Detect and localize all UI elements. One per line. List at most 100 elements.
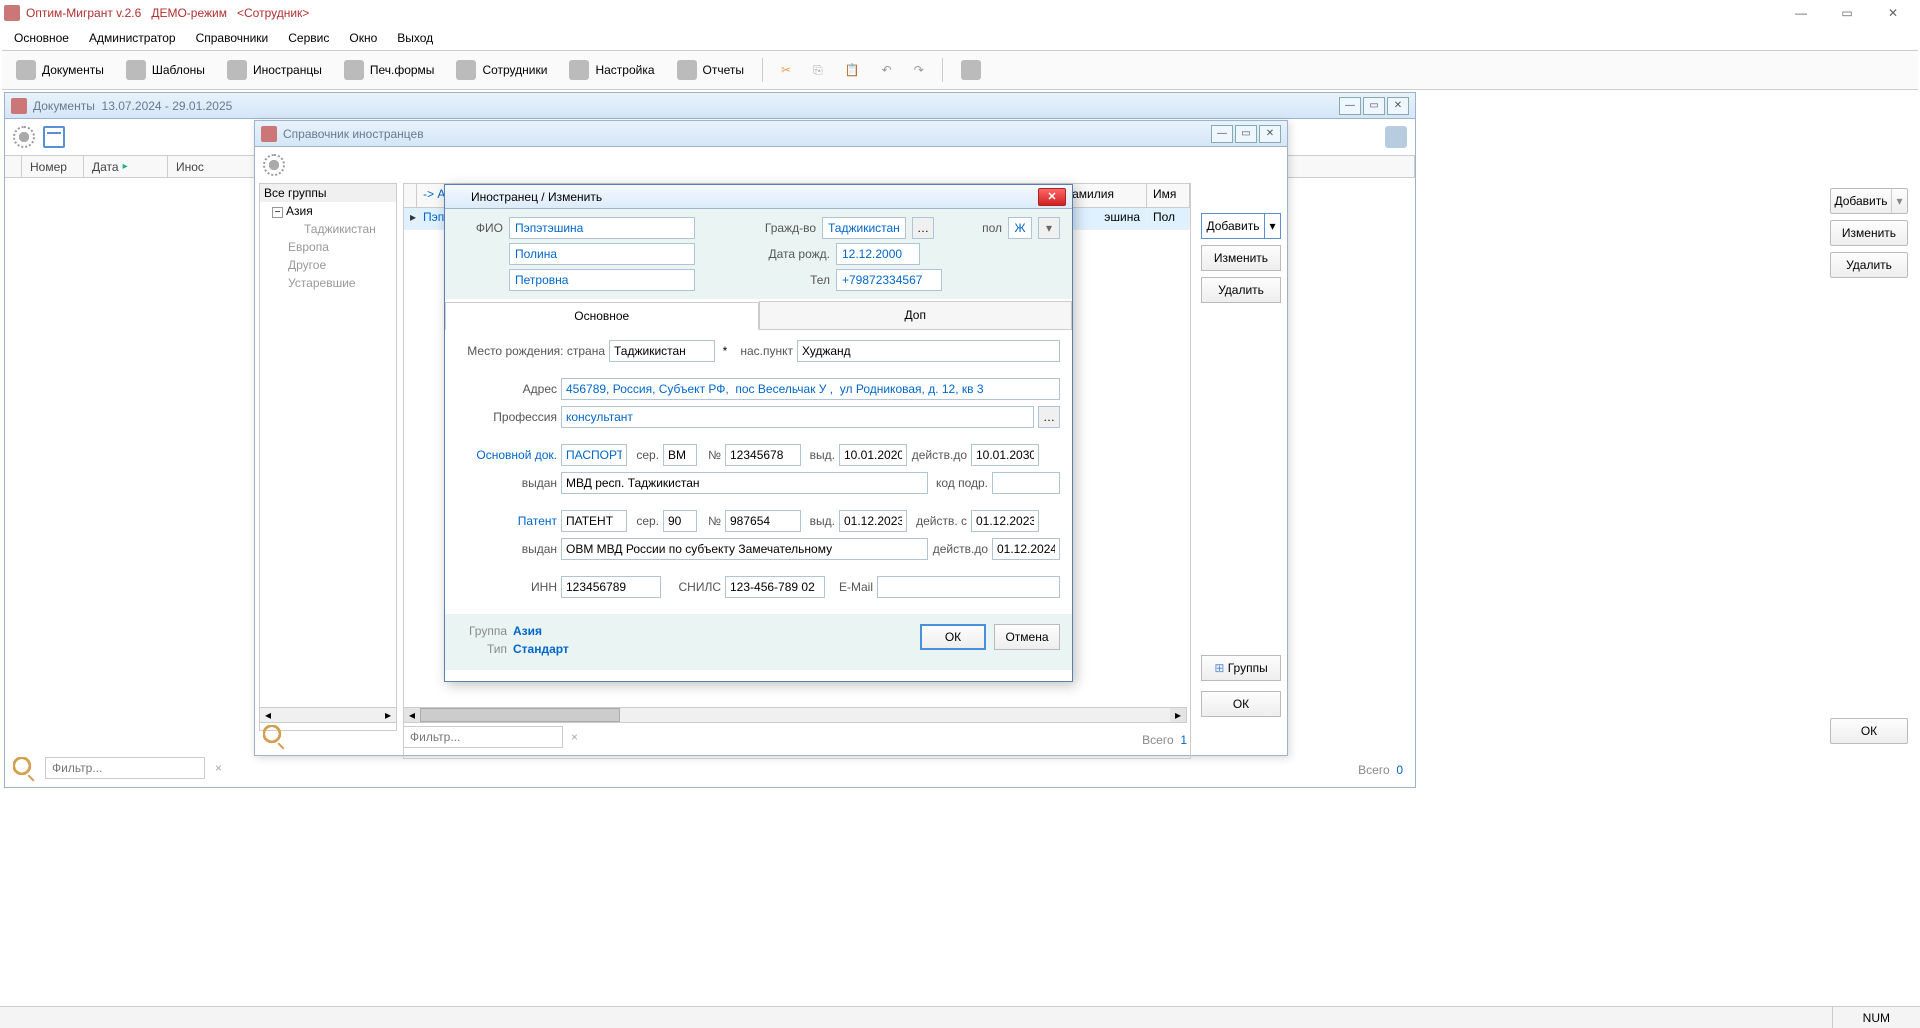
ref-groups-button[interactable]: ⊞ Группы	[1201, 655, 1281, 681]
filter-clear[interactable]: ×	[571, 730, 578, 744]
name-input[interactable]	[509, 243, 695, 265]
profession-lookup-button[interactable]: …	[1038, 406, 1060, 428]
child-close[interactable]: ✕	[1387, 97, 1409, 115]
scroll-left-icon[interactable]: ◂	[260, 708, 276, 722]
doc-num-input[interactable]	[725, 444, 801, 466]
filter-clear[interactable]: ×	[215, 761, 222, 775]
dob-input[interactable]	[836, 243, 920, 265]
gear-icon[interactable]	[13, 126, 35, 148]
tool-extra[interactable]	[951, 56, 991, 84]
tool-redo[interactable]: ↷	[904, 59, 934, 81]
sex-dropdown-button[interactable]: ▾	[1038, 217, 1060, 239]
main-ok-button[interactable]: ОК	[1830, 718, 1908, 744]
ref-close[interactable]: ✕	[1259, 125, 1281, 143]
patent-ser-input[interactable]	[663, 510, 697, 532]
menu-window[interactable]: Окно	[339, 27, 387, 49]
menu-exit[interactable]: Выход	[387, 27, 443, 49]
patent-to-input[interactable]	[992, 538, 1060, 560]
groups-tree[interactable]: Все группы −Азия Таджикистан Европа Друг…	[259, 183, 397, 731]
chevron-down-icon[interactable]: ▾	[1891, 189, 1907, 213]
patent-issued-input[interactable]	[839, 510, 907, 532]
search-icon[interactable]	[13, 757, 35, 779]
col-marker[interactable]	[404, 184, 417, 207]
ref-edit-button[interactable]: Изменить	[1201, 245, 1281, 271]
menu-admin[interactable]: Администратор	[79, 27, 186, 49]
tool-settings[interactable]: Настройка	[559, 56, 664, 84]
scroll-right-icon[interactable]: ▸	[380, 708, 396, 722]
col-name[interactable]: Имя	[1147, 184, 1190, 207]
ref-ok-button[interactable]: ОК	[1201, 691, 1281, 717]
patent-type-input[interactable]	[561, 510, 627, 532]
tool-reports[interactable]: Отчеты	[667, 56, 754, 84]
doc-ser-input[interactable]	[663, 444, 697, 466]
menu-main[interactable]: Основное	[4, 27, 79, 49]
patent-num-input[interactable]	[725, 510, 801, 532]
tree-hscroll[interactable]: ◂ ▸	[259, 707, 397, 723]
tree-collapse-icon[interactable]: −	[272, 207, 283, 218]
ref-add-split-button[interactable]: Добавить▾	[1201, 213, 1281, 239]
tool-foreigners[interactable]: Иностранцы	[217, 56, 332, 84]
minimize-button[interactable]: —	[1778, 0, 1824, 26]
dialog-cancel-button[interactable]: Отмена	[994, 624, 1060, 650]
child-minimize[interactable]: —	[1339, 97, 1361, 115]
locality-input[interactable]	[797, 340, 1060, 362]
snils-input[interactable]	[725, 576, 825, 598]
col-date[interactable]: Дата	[84, 156, 168, 177]
dialog-ok-button[interactable]: ОК	[920, 624, 986, 650]
citizenship-input[interactable]	[822, 217, 906, 239]
calendar-icon[interactable]	[43, 126, 65, 148]
scroll-left-icon[interactable]: ◂	[404, 708, 420, 722]
tool-prints[interactable]: Печ.формы	[334, 56, 445, 84]
doc-by-input[interactable]	[561, 472, 928, 494]
tree-deprecated[interactable]: Устаревшие	[260, 274, 396, 292]
surname-input[interactable]	[509, 217, 695, 239]
col-selector[interactable]	[5, 156, 22, 177]
tool-documents[interactable]: Документы	[6, 56, 114, 84]
address-input[interactable]	[561, 378, 1060, 400]
dialog-close-button[interactable]: ✕	[1038, 188, 1066, 206]
doc-type-input[interactable]	[561, 444, 627, 466]
tool-undo[interactable]: ↶	[872, 59, 902, 81]
close-button[interactable]: ✕	[1870, 0, 1916, 26]
tree-other[interactable]: Другое	[260, 256, 396, 274]
inn-input[interactable]	[561, 576, 661, 598]
child-maximize[interactable]: ▭	[1363, 97, 1385, 115]
tool-copy[interactable]: ⎘	[803, 59, 833, 82]
tool-templates[interactable]: Шаблоны	[116, 56, 215, 84]
search-icon[interactable]	[263, 725, 285, 747]
maximize-button[interactable]: ▭	[1824, 0, 1870, 26]
tab-extra[interactable]: Доп	[759, 301, 1073, 329]
tool-paste[interactable]: 📋	[835, 59, 870, 81]
tree-tajikistan[interactable]: Таджикистан	[260, 220, 396, 238]
doc-issued-input[interactable]	[839, 444, 907, 466]
documents-filter-input[interactable]	[45, 757, 205, 779]
patronymic-input[interactable]	[509, 269, 695, 291]
tree-europe[interactable]: Европа	[260, 238, 396, 256]
tree-root[interactable]: Все группы	[260, 184, 396, 202]
gear-icon[interactable]	[263, 154, 285, 176]
menu-service[interactable]: Сервис	[278, 27, 339, 49]
print-icon[interactable]	[1385, 126, 1407, 148]
main-delete-button[interactable]: Удалить	[1830, 252, 1908, 278]
menu-refs[interactable]: Справочники	[186, 27, 279, 49]
main-edit-button[interactable]: Изменить	[1830, 220, 1908, 246]
patent-from-input[interactable]	[971, 510, 1039, 532]
profession-input[interactable]	[561, 406, 1034, 428]
ref-filter-input[interactable]	[403, 726, 563, 748]
tel-input[interactable]	[836, 269, 942, 291]
col-number[interactable]: Номер	[22, 156, 84, 177]
tree-asia[interactable]: −Азия	[260, 202, 396, 220]
dept-code-input[interactable]	[992, 472, 1060, 494]
tool-cut[interactable]: ✂	[771, 59, 801, 81]
ref-horizontal-scrollbar[interactable]: ◂ ▸	[403, 707, 1187, 723]
scroll-thumb[interactable]	[420, 708, 620, 722]
email-input[interactable]	[877, 576, 1060, 598]
citizenship-lookup-button[interactable]: …	[912, 217, 934, 239]
chevron-down-icon[interactable]: ▾	[1264, 214, 1280, 238]
ref-delete-button[interactable]: Удалить	[1201, 277, 1281, 303]
ref-maximize[interactable]: ▭	[1235, 125, 1257, 143]
patent-by-input[interactable]	[561, 538, 928, 560]
scroll-right-icon[interactable]: ▸	[1170, 708, 1186, 722]
main-add-split-button[interactable]: Добавить▾	[1830, 188, 1908, 214]
doc-valid-input[interactable]	[971, 444, 1039, 466]
